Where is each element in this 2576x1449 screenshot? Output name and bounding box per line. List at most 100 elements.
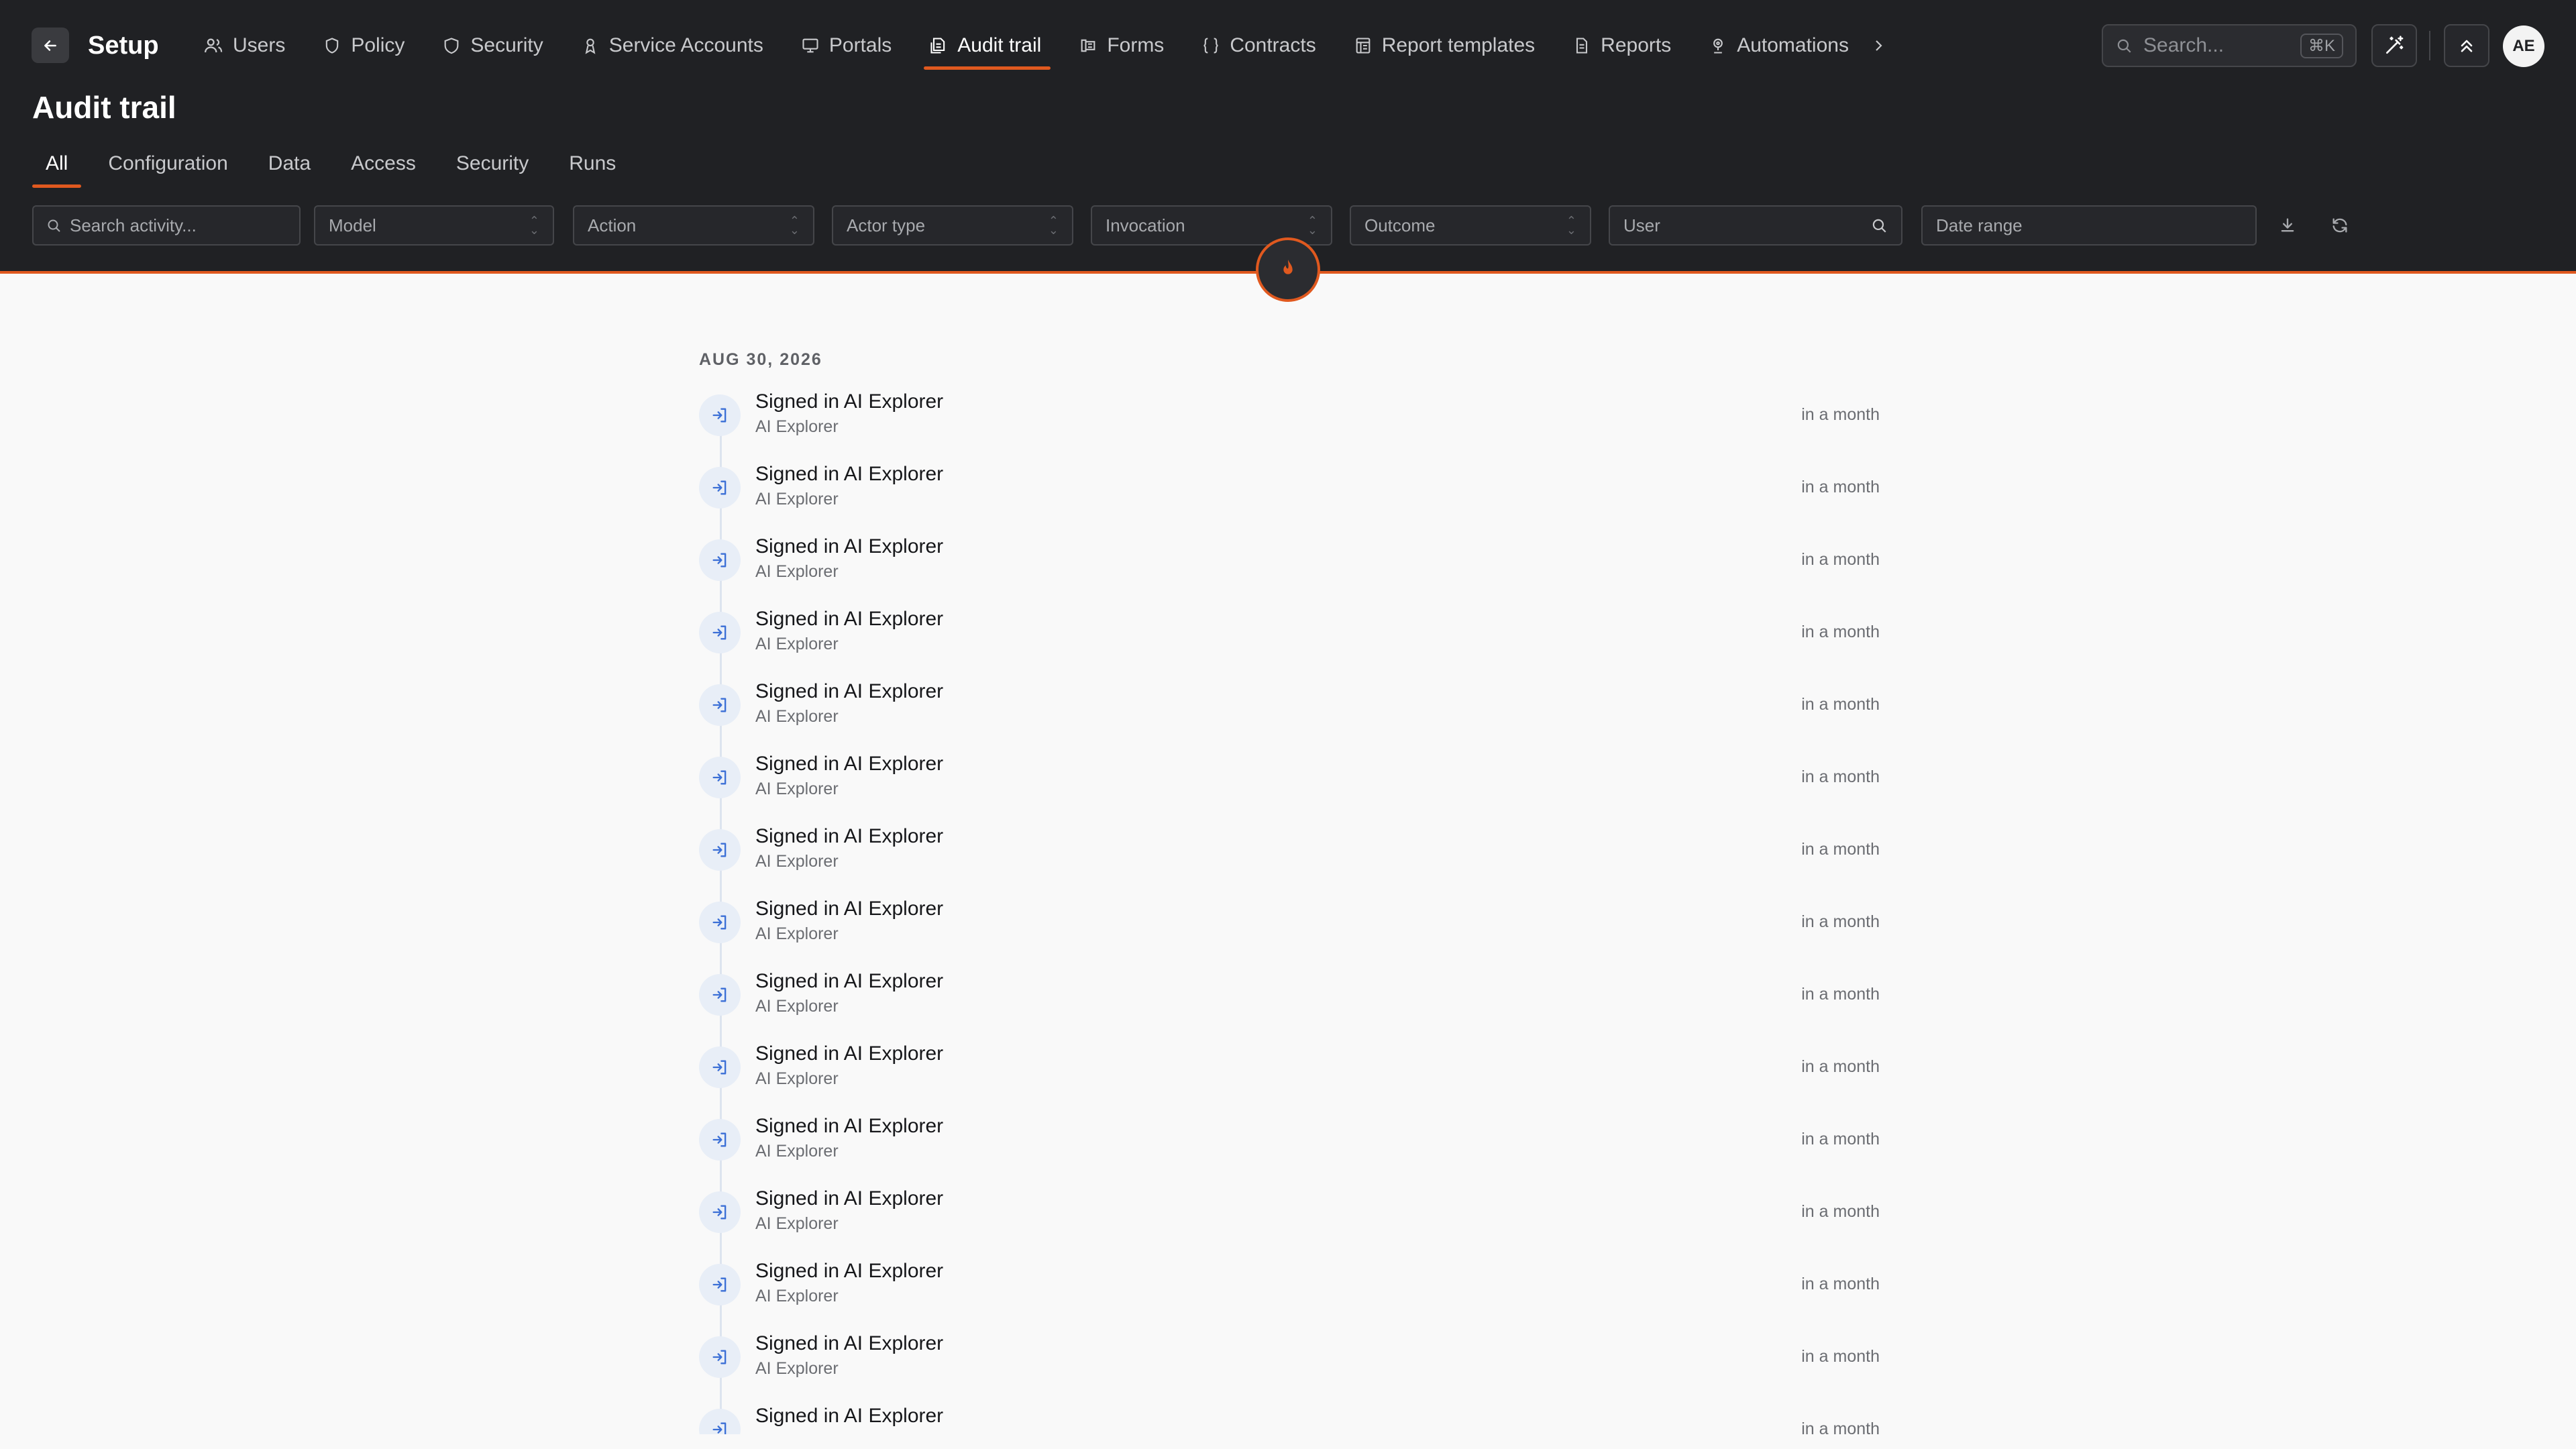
app-name: Setup: [88, 32, 159, 60]
entry-icon-badge: [699, 1191, 741, 1233]
entry-time: in a month: [1801, 840, 1880, 859]
entry-actor: AI Explorer: [755, 780, 839, 798]
search-icon: [48, 219, 60, 232]
nav-item-security[interactable]: Security: [430, 24, 555, 67]
entry-title: Signed in AI Explorer: [755, 898, 944, 920]
entry-title: Signed in AI Explorer: [755, 1405, 944, 1427]
activity-entry[interactable]: Signed in AI Explorer AI Explorer in a m…: [699, 384, 1880, 456]
activity-entry[interactable]: Signed in AI Explorer AI Explorer in a m…: [699, 1036, 1880, 1108]
entry-time: in a month: [1801, 1419, 1880, 1434]
nav-item-service-accounts[interactable]: Service Accounts: [569, 24, 775, 67]
entry-icon-badge: [699, 539, 741, 581]
tab-runs[interactable]: Runs: [555, 145, 629, 191]
activity-entry[interactable]: Signed in AI Explorer AI Explorer in a m…: [699, 1181, 1880, 1253]
model-select[interactable]: Model ⌃ ⌄: [314, 205, 554, 246]
entry-title: Signed in AI Explorer: [755, 753, 944, 775]
entry-actor: AI Explorer: [755, 562, 839, 581]
tab-security[interactable]: Security: [443, 145, 542, 191]
entry-time: in a month: [1801, 1057, 1880, 1076]
nav-label: Report templates: [1381, 34, 1536, 56]
date-range-input[interactable]: Date range: [1921, 205, 2257, 246]
collapse-header-button[interactable]: [2444, 24, 2489, 67]
nav-item-audit-trail[interactable]: Audit trail: [917, 24, 1053, 70]
activity-search-input[interactable]: Search activity...: [32, 205, 301, 246]
braces-icon: [1203, 38, 1218, 54]
tab-access[interactable]: Access: [337, 145, 429, 191]
activity-entry[interactable]: Signed in AI Explorer AI Explorer in a m…: [699, 963, 1880, 1036]
entry-title: Signed in AI Explorer: [755, 535, 944, 557]
nav-item-forms[interactable]: Forms: [1067, 24, 1176, 67]
activity-entry[interactable]: Signed in AI Explorer AI Explorer in a m…: [699, 891, 1880, 963]
nav-item-automations[interactable]: Automations: [1697, 24, 1861, 67]
entry-actor: AI Explorer: [755, 1214, 839, 1233]
outcome-select[interactable]: Outcome ⌃ ⌄: [1350, 205, 1591, 246]
entry-time: in a month: [1801, 912, 1880, 931]
entry-title: Signed in AI Explorer: [755, 1332, 944, 1354]
shield-icon: [444, 38, 459, 54]
activity-entry[interactable]: Signed in AI Explorer AI Explorer in a m…: [699, 456, 1880, 529]
action-select[interactable]: Action ⌃ ⌄: [573, 205, 814, 246]
actor-type-select[interactable]: Actor type ⌃ ⌄: [832, 205, 1073, 246]
chevron-updown-icon: ⌃ ⌄: [1048, 214, 1059, 237]
entry-icon-badge: [699, 974, 741, 1016]
policy-icon: [326, 38, 339, 54]
nav-item-policy[interactable]: Policy: [311, 24, 417, 67]
entry-title: Signed in AI Explorer: [755, 680, 944, 702]
entry-actor: AI Explorer: [755, 1142, 839, 1161]
activity-entry[interactable]: Signed in AI Explorer AI Explorer in a m…: [699, 818, 1880, 891]
tab-all[interactable]: All: [32, 145, 82, 191]
actor-type-select-label: Actor type: [847, 215, 926, 235]
avatar[interactable]: AE: [2503, 25, 2544, 67]
sign-in-icon: [712, 698, 727, 712]
activity-entry[interactable]: Signed in AI Explorer AI Explorer in a m…: [699, 746, 1880, 818]
nav-label: Reports: [1601, 34, 1672, 56]
entry-actor: AI Explorer: [755, 852, 839, 871]
date-group-header: AUG 30, 2026: [699, 350, 822, 369]
nav-item-contracts[interactable]: Contracts: [1189, 24, 1328, 67]
activity-entry[interactable]: Signed in AI Explorer AI Explorer in a m…: [699, 1398, 1880, 1434]
activity-entry[interactable]: Signed in AI Explorer AI Explorer in a m…: [699, 529, 1880, 601]
download-button[interactable]: [2274, 212, 2301, 239]
chevron-updown-icon: ⌃ ⌄: [1566, 214, 1576, 237]
magic-wand-button[interactable]: [2371, 24, 2417, 67]
tab-configuration[interactable]: Configuration: [95, 145, 241, 191]
entry-time: in a month: [1801, 767, 1880, 786]
user-filter-input[interactable]: User: [1609, 205, 1902, 246]
audit-trail-icon: [930, 38, 945, 54]
activity-entry[interactable]: Signed in AI Explorer AI Explorer in a m…: [699, 674, 1880, 746]
model-select-label: Model: [329, 215, 376, 235]
activity-entry[interactable]: Signed in AI Explorer AI Explorer in a m…: [699, 1253, 1880, 1326]
entry-time: in a month: [1801, 550, 1880, 569]
nav-item-users[interactable]: Users: [191, 24, 297, 67]
sign-in-icon: [712, 915, 727, 930]
nav-item-portals[interactable]: Portals: [789, 24, 904, 67]
entry-actor: AI Explorer: [755, 707, 839, 726]
forms-icon: [1081, 39, 1095, 52]
activity-entry[interactable]: Signed in AI Explorer AI Explorer in a m…: [699, 1108, 1880, 1181]
category-tabs: All Configuration Data Access Security R…: [32, 145, 643, 191]
activity-entry[interactable]: Signed in AI Explorer AI Explorer in a m…: [699, 601, 1880, 674]
nav-more-button[interactable]: [1870, 24, 1886, 67]
sign-in-icon: [712, 1060, 727, 1075]
refresh-button[interactable]: [2326, 212, 2353, 239]
activity-feed: AUG 30, 2026 Signed in AI Explorer AI Ex…: [0, 276, 2576, 1434]
nav-label: Audit trail: [957, 34, 1042, 56]
arrow-left-icon: [44, 40, 56, 51]
entry-actor: AI Explorer: [755, 924, 839, 943]
global-search[interactable]: Search... ⌘K: [2102, 24, 2357, 67]
search-icon: [1872, 219, 1886, 233]
search-shortcut: ⌘K: [2300, 33, 2343, 58]
global-search-placeholder: Search...: [2143, 34, 2224, 56]
entry-actor: AI Explorer: [755, 635, 839, 653]
activity-search-placeholder: Search activity...: [70, 215, 197, 235]
nav-item-report-templates[interactable]: Report templates: [1342, 24, 1547, 67]
nav-label: Security: [470, 34, 543, 56]
activity-entry[interactable]: Signed in AI Explorer AI Explorer in a m…: [699, 1326, 1880, 1398]
entry-actor: AI Explorer: [755, 1359, 839, 1378]
back-button[interactable]: [32, 28, 69, 63]
entry-time: in a month: [1801, 985, 1880, 1004]
tab-data[interactable]: Data: [255, 145, 324, 191]
nav-item-reports[interactable]: Reports: [1560, 24, 1683, 67]
entry-icon-badge: [699, 902, 741, 943]
sign-in-icon: [712, 1277, 727, 1292]
